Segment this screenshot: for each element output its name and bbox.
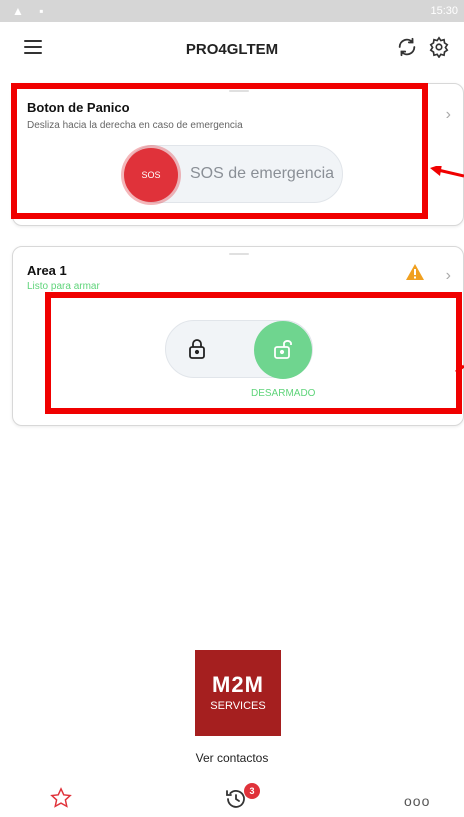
chevron-right-icon[interactable]: › — [446, 106, 451, 124]
m2m-logo: M2M SERVICES — [195, 650, 281, 736]
area-status: Listo para armar — [27, 281, 100, 292]
logo-subtext: SERVICES — [210, 700, 266, 712]
status-icons: ▲ ▪ — [12, 4, 50, 18]
annotation-arrow-icon — [430, 166, 464, 178]
annotation-box-panic — [11, 83, 428, 219]
warning-icon[interactable] — [405, 263, 425, 286]
more-icon[interactable]: ooo — [404, 793, 430, 809]
view-contacts-link[interactable]: Ver contactos — [0, 751, 464, 765]
star-icon[interactable] — [50, 787, 72, 814]
notification-badge: 3 — [244, 783, 260, 799]
refresh-icon[interactable] — [396, 36, 420, 60]
bottom-nav — [0, 773, 464, 817]
page-title: PRO4GLTEM — [185, 41, 279, 58]
app-bar: PRO4GLTEM — [0, 22, 464, 78]
drag-handle[interactable] — [229, 253, 249, 255]
status-time: 15:30 — [430, 5, 458, 17]
area-card-title: Area 1 — [27, 263, 67, 278]
chevron-right-icon[interactable]: › — [446, 267, 451, 285]
annotation-box-area — [45, 292, 462, 414]
settings-icon[interactable] — [428, 36, 452, 60]
annotation-arrow-icon — [455, 364, 464, 374]
logo-text: M2M — [212, 672, 264, 697]
status-bar: ▲ ▪ 15:30 — [0, 0, 464, 22]
